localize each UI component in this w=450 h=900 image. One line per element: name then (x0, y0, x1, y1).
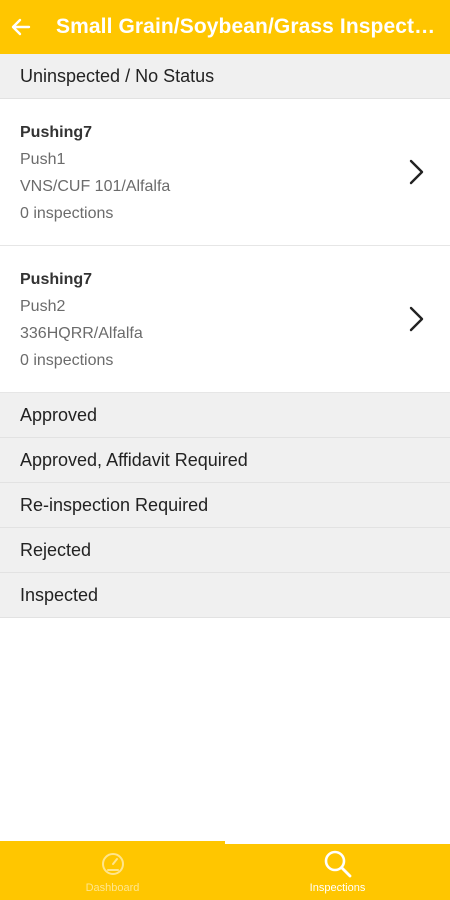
section-header-uninspected[interactable]: Uninspected / No Status (0, 54, 450, 99)
nav-dashboard[interactable]: Dashboard (0, 841, 225, 900)
section-header-rejected[interactable]: Rejected (0, 528, 450, 573)
field-name: Push2 (20, 298, 66, 315)
gauge-icon (101, 853, 124, 875)
app-bar: Small Grain/Soybean/Grass Inspections (0, 0, 450, 54)
search-icon (324, 850, 351, 878)
section-header-inspected[interactable]: Inspected (0, 573, 450, 618)
section-header-approved-affidavit[interactable]: Approved, Affidavit Required (0, 438, 450, 483)
inspection-list: Uninspected / No Status Pushing7 Push1 V… (0, 54, 450, 618)
active-tab-indicator (225, 841, 450, 844)
chevron-right-icon (409, 306, 424, 332)
arrow-left-icon (11, 18, 31, 36)
section-header-approved[interactable]: Approved (0, 393, 450, 438)
section-header-reinspection[interactable]: Re-inspection Required (0, 483, 450, 528)
variety: 336HQRR/Alfalfa (20, 325, 143, 342)
grower-name: Pushing7 (20, 271, 93, 288)
grower-name: Pushing7 (20, 124, 93, 141)
page-title: Small Grain/Soybean/Grass Inspections (56, 15, 436, 38)
nav-inspections[interactable]: Inspections (225, 841, 450, 900)
list-item[interactable]: Pushing7 Push1 VNS/CUF 101/Alfalfa 0 ins… (0, 99, 450, 246)
nav-inspections-label: Inspections (309, 882, 366, 894)
inspection-count: 0 inspections (20, 352, 114, 369)
chevron-right-icon (409, 159, 424, 185)
list-item[interactable]: Pushing7 Push2 336HQRR/Alfalfa 0 inspect… (0, 246, 450, 393)
inspection-count: 0 inspections (20, 205, 114, 222)
variety: VNS/CUF 101/Alfalfa (20, 178, 171, 195)
field-name: Push1 (20, 151, 66, 168)
bottom-navigation: Dashboard Inspections (0, 841, 450, 900)
nav-dashboard-label: Dashboard (85, 882, 140, 894)
back-button[interactable] (0, 0, 42, 54)
